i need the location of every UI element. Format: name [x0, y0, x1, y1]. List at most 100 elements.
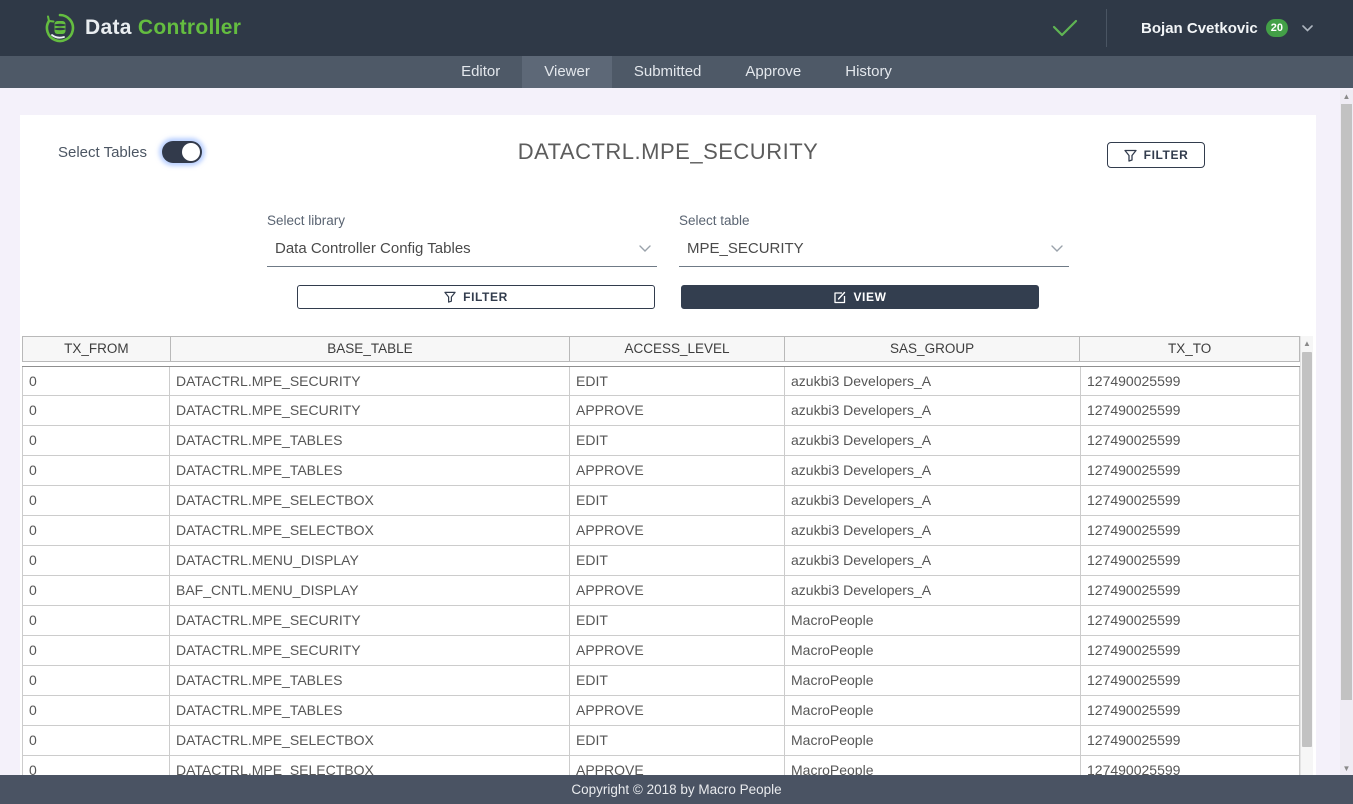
- user-menu[interactable]: Bojan Cvetkovic 20: [1141, 19, 1313, 37]
- grid-cell[interactable]: 0: [22, 456, 170, 485]
- table-row[interactable]: 0DATACTRL.MPE_TABLESEDITMacroPeople12749…: [22, 666, 1300, 696]
- grid-cell[interactable]: EDIT: [570, 367, 785, 395]
- table-row[interactable]: 0DATACTRL.MPE_SELECTBOXEDITazukbi3 Devel…: [22, 486, 1300, 516]
- filter-button-top[interactable]: FILTER: [1107, 142, 1205, 168]
- grid-cell[interactable]: EDIT: [570, 726, 785, 755]
- grid-cell[interactable]: 0: [22, 756, 170, 775]
- table-row[interactable]: 0BAF_CNTL.MENU_DISPLAYAPPROVEazukbi3 Dev…: [22, 576, 1300, 606]
- grid-cell[interactable]: APPROVE: [570, 516, 785, 545]
- grid-cell[interactable]: 0: [22, 546, 170, 575]
- view-action-button[interactable]: VIEW: [681, 285, 1039, 309]
- grid-cell[interactable]: 127490025599: [1081, 486, 1300, 515]
- grid-cell[interactable]: BAF_CNTL.MENU_DISPLAY: [170, 576, 570, 605]
- table-row[interactable]: 0DATACTRL.MENU_DISPLAYEDITazukbi3 Develo…: [22, 546, 1300, 576]
- grid-cell[interactable]: 127490025599: [1081, 666, 1300, 695]
- grid-cell[interactable]: azukbi3 Developers_A: [785, 486, 1081, 515]
- grid-cell[interactable]: 0: [22, 486, 170, 515]
- grid-cell[interactable]: EDIT: [570, 426, 785, 455]
- grid-cell[interactable]: 127490025599: [1081, 396, 1300, 425]
- grid-cell[interactable]: 0: [22, 367, 170, 395]
- table-row[interactable]: 0DATACTRL.MPE_SELECTBOXAPPROVEMacroPeopl…: [22, 756, 1300, 775]
- grid-cell[interactable]: 0: [22, 426, 170, 455]
- grid-cell[interactable]: 127490025599: [1081, 696, 1300, 725]
- grid-cell[interactable]: DATACTRL.MPE_TABLES: [170, 696, 570, 725]
- grid-cell[interactable]: 127490025599: [1081, 636, 1300, 665]
- grid-cell[interactable]: MacroPeople: [785, 606, 1081, 635]
- grid-cell[interactable]: MacroPeople: [785, 636, 1081, 665]
- grid-cell[interactable]: DATACTRL.MPE_SELECTBOX: [170, 516, 570, 545]
- grid-cell[interactable]: azukbi3 Developers_A: [785, 456, 1081, 485]
- grid-cell[interactable]: azukbi3 Developers_A: [785, 576, 1081, 605]
- grid-column-header[interactable]: BASE_TABLE: [171, 337, 570, 361]
- table-row[interactable]: 0DATACTRL.MPE_SELECTBOXAPPROVEazukbi3 De…: [22, 516, 1300, 546]
- grid-cell[interactable]: 0: [22, 636, 170, 665]
- grid-cell[interactable]: EDIT: [570, 486, 785, 515]
- grid-cell[interactable]: azukbi3 Developers_A: [785, 367, 1081, 395]
- grid-cell[interactable]: APPROVE: [570, 636, 785, 665]
- grid-cell[interactable]: 127490025599: [1081, 726, 1300, 755]
- grid-cell[interactable]: DATACTRL.MPE_SECURITY: [170, 606, 570, 635]
- page-scrollbar[interactable]: ▲ ▼: [1340, 90, 1353, 775]
- grid-column-header[interactable]: SAS_GROUP: [785, 337, 1081, 361]
- table-scrollbar-thumb[interactable]: [1302, 352, 1312, 747]
- grid-cell[interactable]: MacroPeople: [785, 756, 1081, 775]
- grid-cell[interactable]: DATACTRL.MPE_TABLES: [170, 456, 570, 485]
- table-row[interactable]: 0DATACTRL.MPE_TABLESAPPROVEazukbi3 Devel…: [22, 456, 1300, 486]
- grid-column-header[interactable]: TX_FROM: [23, 337, 171, 361]
- scroll-up-icon[interactable]: ▲: [1340, 92, 1353, 101]
- grid-cell[interactable]: DATACTRL.MPE_SELECTBOX: [170, 486, 570, 515]
- grid-cell[interactable]: 0: [22, 576, 170, 605]
- grid-cell[interactable]: APPROVE: [570, 576, 785, 605]
- table-row[interactable]: 0DATACTRL.MPE_SECURITYEDITazukbi3 Develo…: [22, 366, 1300, 396]
- tab-editor[interactable]: Editor: [439, 56, 522, 88]
- table-row[interactable]: 0DATACTRL.MPE_SECURITYEDITMacroPeople127…: [22, 606, 1300, 636]
- grid-cell[interactable]: 0: [22, 726, 170, 755]
- page-scrollbar-thumb[interactable]: [1341, 104, 1352, 700]
- grid-column-header[interactable]: TX_TO: [1080, 337, 1299, 361]
- grid-cell[interactable]: 127490025599: [1081, 606, 1300, 635]
- grid-cell[interactable]: DATACTRL.MPE_TABLES: [170, 666, 570, 695]
- grid-cell[interactable]: 127490025599: [1081, 367, 1300, 395]
- filter-action-button[interactable]: FILTER: [297, 285, 655, 309]
- grid-cell[interactable]: DATACTRL.MPE_SECURITY: [170, 396, 570, 425]
- grid-cell[interactable]: APPROVE: [570, 696, 785, 725]
- grid-cell[interactable]: 127490025599: [1081, 546, 1300, 575]
- grid-cell[interactable]: DATACTRL.MPE_SELECTBOX: [170, 756, 570, 775]
- grid-cell[interactable]: EDIT: [570, 546, 785, 575]
- grid-cell[interactable]: 127490025599: [1081, 426, 1300, 455]
- grid-cell[interactable]: DATACTRL.MPE_SECURITY: [170, 367, 570, 395]
- grid-cell[interactable]: EDIT: [570, 606, 785, 635]
- grid-cell[interactable]: APPROVE: [570, 756, 785, 775]
- grid-cell[interactable]: 0: [22, 606, 170, 635]
- grid-cell[interactable]: azukbi3 Developers_A: [785, 546, 1081, 575]
- grid-cell[interactable]: 0: [22, 696, 170, 725]
- tab-approve[interactable]: Approve: [723, 56, 823, 88]
- tab-submitted[interactable]: Submitted: [612, 56, 724, 88]
- grid-cell[interactable]: 127490025599: [1081, 456, 1300, 485]
- grid-cell[interactable]: APPROVE: [570, 456, 785, 485]
- tab-viewer[interactable]: Viewer: [522, 56, 612, 88]
- grid-cell[interactable]: MacroPeople: [785, 666, 1081, 695]
- grid-cell[interactable]: 0: [22, 396, 170, 425]
- grid-cell[interactable]: MacroPeople: [785, 726, 1081, 755]
- grid-cell[interactable]: 0: [22, 666, 170, 695]
- grid-cell[interactable]: 127490025599: [1081, 576, 1300, 605]
- scroll-up-icon[interactable]: ▲: [1301, 339, 1313, 348]
- grid-cell[interactable]: MacroPeople: [785, 696, 1081, 725]
- chevron-down-icon[interactable]: [1302, 25, 1313, 32]
- grid-cell[interactable]: azukbi3 Developers_A: [785, 396, 1081, 425]
- grid-cell[interactable]: DATACTRL.MENU_DISPLAY: [170, 546, 570, 575]
- table-row[interactable]: 0DATACTRL.MPE_TABLESAPPROVEMacroPeople12…: [22, 696, 1300, 726]
- tab-history[interactable]: History: [823, 56, 914, 88]
- table-row[interactable]: 0DATACTRL.MPE_SECURITYAPPROVEazukbi3 Dev…: [22, 396, 1300, 426]
- grid-cell[interactable]: EDIT: [570, 666, 785, 695]
- grid-cell[interactable]: 127490025599: [1081, 756, 1300, 775]
- table-select[interactable]: MPE_SECURITY: [679, 237, 1069, 267]
- table-row[interactable]: 0DATACTRL.MPE_SECURITYAPPROVEMacroPeople…: [22, 636, 1300, 666]
- grid-cell[interactable]: 0: [22, 516, 170, 545]
- library-select[interactable]: Data Controller Config Tables: [267, 237, 657, 267]
- table-row[interactable]: 0DATACTRL.MPE_SELECTBOXEDITMacroPeople12…: [22, 726, 1300, 756]
- grid-cell[interactable]: azukbi3 Developers_A: [785, 426, 1081, 455]
- table-row[interactable]: 0DATACTRL.MPE_TABLESEDITazukbi3 Develope…: [22, 426, 1300, 456]
- table-scrollbar[interactable]: ▲: [1300, 336, 1313, 775]
